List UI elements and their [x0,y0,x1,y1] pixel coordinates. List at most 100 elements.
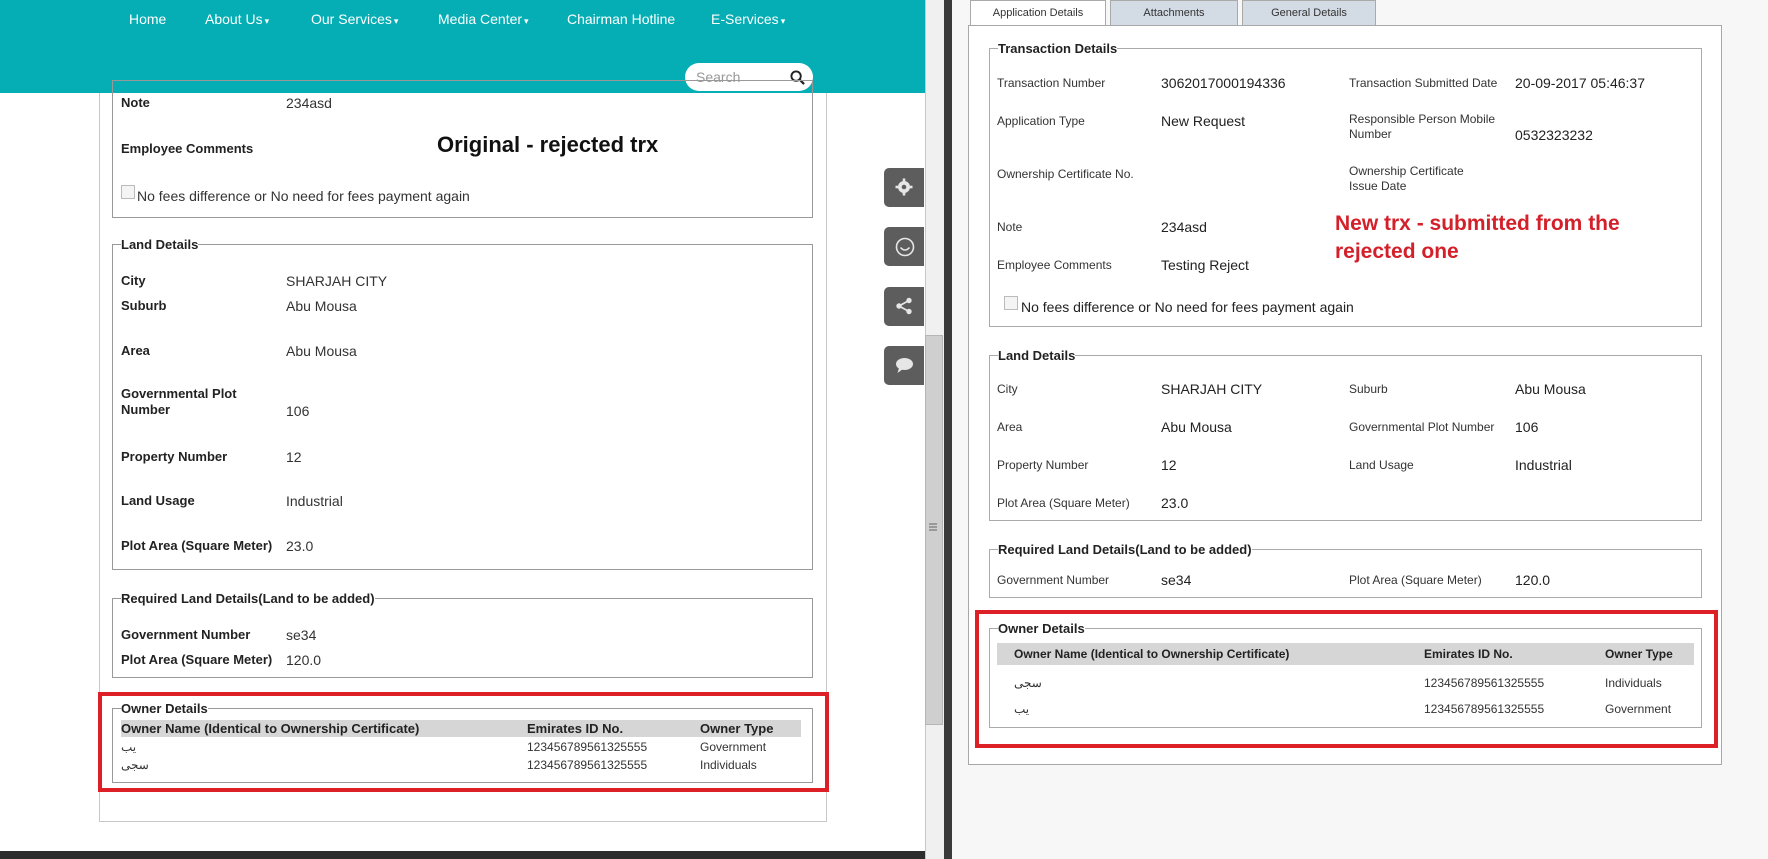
share-button[interactable] [884,287,924,326]
owner-name-cell: يب [1014,702,1030,716]
nav-our-services[interactable]: Our Services ▾ [311,11,398,27]
chat-button[interactable] [884,346,924,385]
application-type-label: Application Type [997,114,1085,128]
fees-checkbox[interactable] [121,185,135,199]
responsible-mobile-value: 0532323232 [1515,127,1593,143]
owner-type-cell: Individuals [700,758,757,772]
bottom-bar [0,851,925,859]
owner-table-header: Owner Name (Identical to Ownership Certi… [121,720,801,737]
submitted-date-label: Transaction Submitted Date [1349,76,1498,90]
annotation-new-trx: New trx - submitted from the rejected on… [1335,212,1620,263]
city-label: City [121,273,146,288]
plot-area-value: 23.0 [286,538,314,554]
gear-icon [895,178,913,196]
government-number-label: Government Number [997,573,1110,587]
plot-area-label: Plot Area (Square Meter) [997,496,1130,510]
required-plot-area-label: Plot Area (Square Meter) [121,652,273,667]
caret-down-icon: ▾ [524,16,529,26]
city-label: City [997,382,1018,396]
owner-name-column-header: Owner Name (Identical to Ownership Certi… [121,721,420,736]
nav-media-center[interactable]: Media Center ▾ [438,11,529,27]
responsible-mobile-label: Responsible Person Mobile Number [1349,112,1496,141]
owner-table-header: Owner Name (Identical to Ownership Certi… [997,643,1694,665]
nav-chairman-hotline[interactable]: Chairman Hotline [567,11,675,27]
note-value: 234asd [286,95,332,111]
note-label: Note [997,220,1023,234]
suburb-value: Abu Mousa [286,298,357,314]
plot-number-value: 106 [1515,419,1539,435]
transaction-number-value: 3062017000194336 [1161,75,1286,91]
annotation-original: Original - rejected trx [437,132,659,157]
settings-button[interactable] [884,168,924,207]
nav-home[interactable]: Home [129,11,166,27]
tab-general-details[interactable]: General Details [1242,0,1376,26]
plot-number-label: Governmental Plot Number [1349,420,1495,434]
owner-type-column-header: Owner Type [1605,647,1673,661]
caret-down-icon: ▾ [780,16,786,26]
required-land-legend: Required Land Details(Land to be added) [998,542,1252,557]
plot-area-value: 23.0 [1161,495,1189,511]
property-number-value: 12 [1161,457,1177,473]
emirates-id-column-header: Emirates ID No. [527,721,624,736]
city-value: SHARJAH CITY [1161,381,1263,397]
note-label: Note [121,95,150,110]
required-plot-area-label: Plot Area (Square Meter) [1349,573,1482,587]
application-type-value: New Request [1161,113,1246,129]
owner-type-cell: Government [700,740,767,754]
note-value: 234asd [1161,219,1207,235]
caret-down-icon: ▾ [393,16,399,26]
land-usage-value: Industrial [1515,457,1572,473]
employee-comments-label: Employee Comments [997,258,1112,272]
share-icon [896,297,912,315]
employee-comments-value: Testing Reject [1161,257,1249,273]
transaction-details-legend: Transaction Details [998,41,1118,56]
city-value: SHARJAH CITY [286,273,388,289]
grip-icon[interactable] [928,522,938,534]
nav-e-services[interactable]: E-Services ▾ [711,11,785,27]
owner-name-cell: سجى [121,758,149,772]
property-number-label: Property Number [121,449,228,464]
required-plot-area-value: 120.0 [1515,572,1551,588]
plot-number-value: 106 [286,403,310,419]
emirates-id-cell: 123456789561325555 [1424,702,1545,716]
owner-type-column-header: Owner Type [700,721,774,736]
required-land-legend: Required Land Details(Land to be added) [121,591,375,606]
owner-type-cell: Individuals [1605,676,1662,690]
required-land-section: Required Land Details(Land to be added) [989,542,1702,598]
transaction-number-label: Transaction Number [997,76,1106,90]
suburb-label: Suburb [1349,382,1388,396]
required-plot-area-value: 120.0 [286,652,322,668]
owner-type-cell: Government [1605,702,1672,716]
property-number-label: Property Number [997,458,1089,472]
employee-comments-label: Employee Comments [121,141,254,156]
land-usage-label: Land Usage [1349,458,1414,472]
owner-details-legend: Owner Details [998,621,1085,636]
fees-checkbox[interactable] [1004,296,1018,310]
caret-down-icon: ▾ [264,16,270,26]
chat-icon [896,358,913,373]
plot-number-label: Governmental Plot Number [121,386,237,417]
feedback-button[interactable] [884,227,924,266]
tab-attachments[interactable]: Attachments [1110,0,1238,26]
left-browser-pane: Home About Us ▾ Our Services ▾ Media Cente… [0,0,925,859]
nav-about-us[interactable]: About Us ▾ [205,11,269,27]
area-label: Area [997,420,1023,434]
emirates-id-cell: 123456789561325555 [527,740,648,754]
tab-application-details[interactable]: Application Details [970,0,1106,27]
plot-area-label: Plot Area (Square Meter) [121,538,273,553]
fees-checkbox-label: No fees difference or No need for fees p… [137,188,470,204]
land-usage-label: Land Usage [121,493,195,508]
government-number-value: se34 [286,627,317,643]
land-details-legend: Land Details [121,237,199,252]
property-number-value: 12 [286,449,302,465]
government-number-value: se34 [1161,572,1192,588]
area-label: Area [121,343,150,358]
suburb-value: Abu Mousa [1515,381,1586,397]
owner-name-column-header: Owner Name (Identical to Ownership Certi… [1014,647,1290,661]
owner-name-cell: يب [121,740,137,754]
ownership-cert-date-label: Ownership Certificate Issue Date [1349,164,1464,193]
area-value: Abu Mousa [286,343,357,359]
fees-checkbox-label: No fees difference or No need for fees p… [1021,299,1354,315]
owner-details-section: Owner Details [989,621,1702,728]
emirates-id-column-header: Emirates ID No. [1424,647,1513,661]
